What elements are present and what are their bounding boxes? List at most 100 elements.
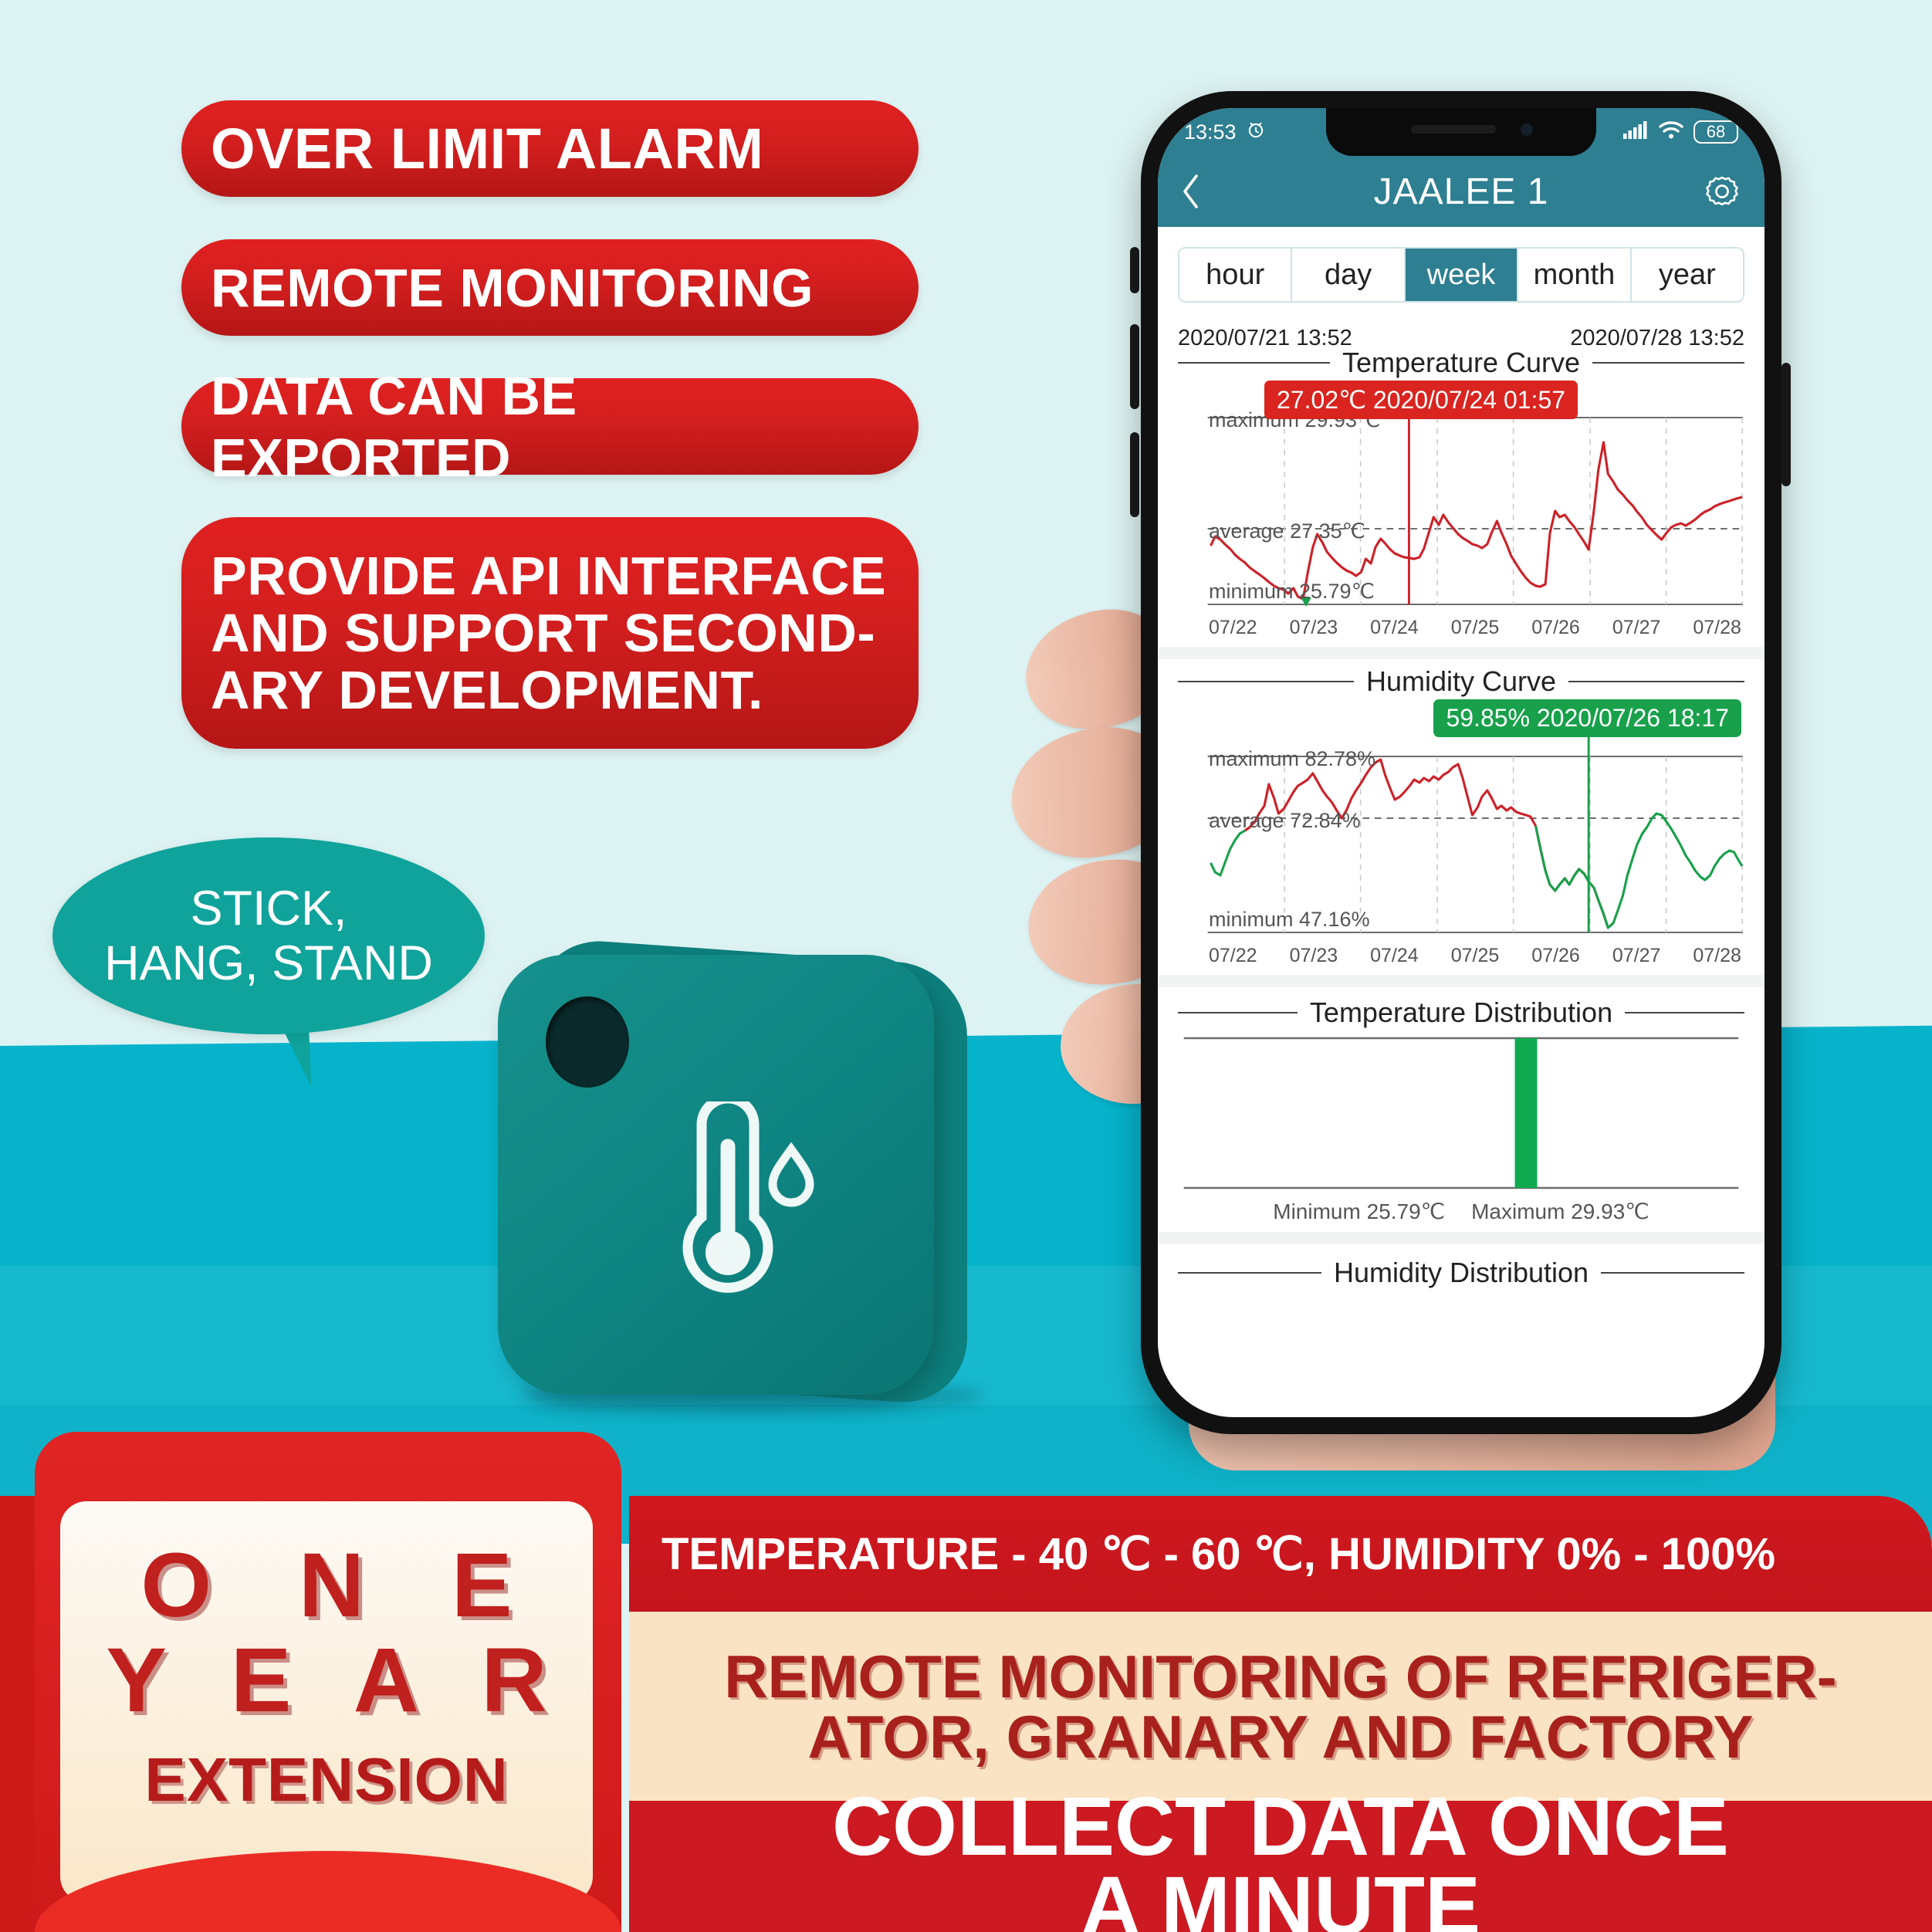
section-title-text: Temperature Curve [1342, 347, 1581, 378]
phone-volume-down-button[interactable] [1130, 432, 1139, 517]
temperature-distribution-card: Temperature Distribution Minimum 25.79℃ … [1178, 996, 1745, 1224]
rule-left [1178, 1272, 1321, 1274]
battery-indicator: 68 [1693, 120, 1738, 144]
front-camera [1521, 123, 1533, 136]
distribution-max-label: Maximum 29.93℃ [1471, 1199, 1649, 1223]
feature-pill-over-limit-alarm: OVER LIMIT ALARM [181, 100, 919, 197]
temperature-distribution-heading: Temperature Distribution [1178, 996, 1745, 1029]
collect-banner-line2: A MINUTE [1081, 1859, 1480, 1932]
sensor-device [498, 936, 984, 1416]
spec-banner: TEMPERATURE - 40 ℃ - 60 ℃, HUMIDITY 0% -… [629, 1496, 1932, 1612]
gear-icon[interactable] [1703, 172, 1741, 211]
period-tab-bar[interactable]: hour day week month year [1178, 247, 1744, 303]
rule-left [1178, 681, 1354, 682]
tab-hour[interactable]: hour [1179, 249, 1293, 301]
phone-mute-switch[interactable] [1130, 247, 1139, 293]
x-tick: 07/25 [1450, 617, 1500, 638]
badge-extension-text: EXTENSION [144, 1745, 509, 1815]
x-tick: 07/24 [1370, 617, 1419, 638]
temperature-curve-card: Temperature Curve 27.02℃ 2020/07/24 01:5… [1178, 347, 1745, 639]
feature-pill-label: PROVIDE API INTERFACE AND SUPPORT SECOND… [211, 545, 887, 721]
phone-notch [1326, 108, 1596, 156]
collect-banner-line1: COLLECT DATA ONCE [832, 1779, 1729, 1873]
rule-left [1178, 1012, 1298, 1013]
humidity-x-axis: 07/22 07/23 07/24 07/25 07/26 07/27 07/2… [1178, 942, 1744, 967]
app-bar: JAALEE 1 [1158, 156, 1765, 227]
humidity-cursor-tooltip: 59.85% 2020/07/26 18:17 [1433, 699, 1741, 737]
phone-device: 13:53 68 JAALEE 1 hour day week month ye… [1141, 91, 1781, 1434]
device-front-face [498, 955, 934, 1395]
temperature-min-label: minimum 25.79℃ [1209, 580, 1375, 603]
feature-pill-label: DATA CAN BE EXPORTED [211, 365, 577, 488]
badge-one-text: O N E [140, 1534, 543, 1636]
temperature-x-axis: 07/22 07/23 07/24 07/25 07/26 07/27 07/2… [1178, 614, 1744, 639]
spec-banner-text: TEMPERATURE - 40 ℃ - 60 ℃, HUMIDITY 0% -… [661, 1529, 1776, 1579]
x-tick: 07/26 [1531, 617, 1580, 638]
alarm-icon [1246, 120, 1266, 145]
usage-banner-line2: ATOR, GRANARY AND FACTORY [807, 1702, 1754, 1771]
tab-year[interactable]: year [1631, 249, 1743, 301]
section-title-text: Temperature Distribution [1309, 996, 1613, 1028]
tab-day[interactable]: day [1292, 249, 1406, 301]
usage-banner-line1: REMOTE MONITORING OF REFRIGER- [724, 1642, 1837, 1710]
rule-right [1625, 1012, 1745, 1013]
humidity-max-label: maximum 82.78% [1209, 747, 1376, 770]
section-title-text: Humidity Curve [1365, 665, 1557, 697]
x-tick: 07/22 [1209, 617, 1257, 638]
distribution-min-label: Minimum 25.79℃ [1273, 1199, 1446, 1223]
phone-volume-up-button[interactable] [1130, 324, 1139, 409]
x-tick: 07/25 [1450, 945, 1500, 966]
rule-left [1178, 362, 1330, 364]
humidity-distribution-heading: Humidity Distribution [1178, 1257, 1745, 1289]
temperature-avg-label: average 27.35℃ [1209, 519, 1365, 543]
humidity-min-label: minimum 47.16% [1209, 908, 1370, 931]
thermometer-humidity-icon [631, 1093, 824, 1310]
status-bar-time: 13:53 [1184, 120, 1237, 144]
earpiece-speaker [1411, 125, 1496, 134]
wifi-icon [1658, 120, 1684, 145]
rule-right [1601, 1272, 1745, 1274]
page-title: JAALEE 1 [1373, 171, 1549, 212]
humidity-distribution-card: Humidity Distribution [1178, 1257, 1745, 1289]
phone-power-button[interactable] [1781, 363, 1791, 486]
feature-pill-label: REMOTE MONITORING [211, 257, 814, 318]
x-tick: 07/28 [1693, 945, 1741, 966]
section-divider [1158, 1232, 1765, 1244]
temperature-distribution-legend: Minimum 25.79℃ Maximum 29.93℃ [1178, 1194, 1744, 1224]
temperature-distribution-plot[interactable] [1178, 1032, 1744, 1194]
tab-month[interactable]: month [1518, 249, 1632, 301]
tab-week[interactable]: week [1405, 249, 1519, 301]
speech-bubble-line1: STICK, [190, 881, 347, 936]
one-year-badge: O N E Y E A R EXTENSION [60, 1501, 593, 1903]
temperature-cursor-tooltip: 27.02℃ 2020/07/24 01:57 [1264, 381, 1578, 419]
humidity-plot[interactable]: 59.85% 2020/07/26 18:17 maximum 82.78% a… [1178, 699, 1744, 942]
rule-right [1592, 362, 1745, 364]
temperature-distribution-svg [1183, 1037, 1739, 1189]
chevron-left-icon[interactable] [1181, 174, 1201, 209]
speech-bubble-mounting: STICK, HANG, STAND [52, 837, 485, 1034]
feature-pill-remote-monitoring: REMOTE MONITORING [181, 239, 919, 336]
device-hang-hole [546, 996, 629, 1088]
x-tick: 07/24 [1370, 945, 1419, 966]
badge-year-text: Y E A R [106, 1629, 567, 1731]
humidity-curve-heading: Humidity Curve [1178, 665, 1744, 698]
signal-bars-icon [1622, 120, 1649, 145]
humidity-curve-card: Humidity Curve 59.85% 2020/07/26 18:17 m… [1178, 665, 1744, 967]
section-title-text: Humidity Distribution [1333, 1257, 1589, 1288]
temperature-curve-heading: Temperature Curve [1178, 347, 1745, 379]
humidity-avg-label: average 72.84% [1209, 809, 1361, 832]
x-tick: 07/27 [1612, 617, 1661, 638]
usage-banner: REMOTE MONITORING OF REFRIGER- ATOR, GRA… [629, 1612, 1932, 1801]
temperature-plot[interactable]: 27.02℃ 2020/07/24 01:57 maximum 29.93℃ a… [1178, 381, 1744, 614]
x-tick: 07/23 [1289, 617, 1338, 638]
x-tick: 07/23 [1289, 945, 1338, 966]
phone-screen: 13:53 68 JAALEE 1 hour day week month ye… [1158, 108, 1765, 1417]
x-tick: 07/27 [1612, 945, 1661, 966]
section-divider [1158, 647, 1765, 659]
collect-banner: COLLECT DATA ONCE A MINUTE [629, 1785, 1932, 1932]
feature-pill-label: OVER LIMIT ALARM [211, 117, 764, 181]
x-tick: 07/28 [1693, 617, 1741, 638]
x-tick: 07/26 [1531, 945, 1580, 966]
feature-pill-data-export: DATA CAN BE EXPORTED [181, 366, 919, 488]
x-tick: 07/22 [1209, 945, 1257, 966]
